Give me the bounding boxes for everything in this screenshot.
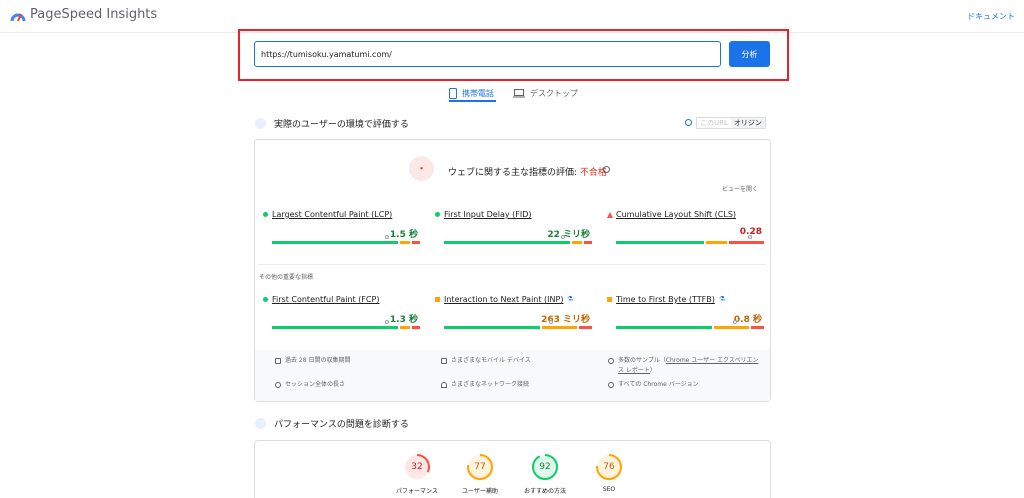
metric-status-icon xyxy=(263,297,268,302)
metric-status-icon xyxy=(263,212,268,217)
metric-value: 1.5 秒 xyxy=(389,230,418,240)
p75-marker xyxy=(561,235,565,239)
field-section-title: 実際のユーザーの環境で評価する xyxy=(274,120,409,130)
bar-segment xyxy=(713,326,749,329)
metric-name-link[interactable]: Cumulative Layout Shift (CLS) xyxy=(616,210,736,219)
gauge-score: 32 xyxy=(411,462,423,472)
bar-segment xyxy=(399,326,410,329)
assessment-prefix: ウェブに関する主な指標の評価: xyxy=(448,168,580,178)
metric-name-link[interactable]: Time to First Byte (TTFB) xyxy=(616,295,715,304)
field-data-icon xyxy=(255,118,266,129)
p75-marker xyxy=(384,320,389,324)
metric-status-icon xyxy=(435,297,440,302)
gauge-label: パフォーマンス xyxy=(396,488,438,495)
metric-name-link[interactable]: Largest Contentful Paint (LCP) xyxy=(272,210,392,219)
assessment-text: ウェブに関する主な指標の評価: 不合格 xyxy=(448,165,607,178)
bar-segment xyxy=(579,326,592,329)
assessment-badge-icon: ● xyxy=(409,156,434,181)
docs-link[interactable]: ドキュメント xyxy=(967,11,1015,22)
tab-desktop[interactable]: デスクトップ xyxy=(513,84,578,102)
app-title[interactable]: PageSpeed Insights xyxy=(30,7,157,22)
metric-value: 263 ミリ秒 xyxy=(541,315,590,325)
footer-network: さまざまなネットワーク接続 xyxy=(451,381,530,388)
tab-desktop-label: デスクトップ xyxy=(530,88,578,98)
bar-segment xyxy=(571,241,582,244)
tab-mobile-label: 携帯電話 xyxy=(462,88,494,98)
toggle-origin[interactable]: オリジン xyxy=(730,118,765,128)
url-origin-toggle[interactable]: このURL オリジン xyxy=(696,117,766,129)
bar-segment xyxy=(272,241,398,244)
gauge-score: 76 xyxy=(603,462,615,472)
expand-view-link[interactable]: ビューを開く xyxy=(722,184,758,193)
bar-segment xyxy=(399,241,410,244)
url-input[interactable] xyxy=(254,41,721,67)
footer-samples: 多数のサンプル（Chrome ユーザー エクスペリエンス レポート） xyxy=(618,356,763,376)
chrome-icon xyxy=(608,382,614,388)
distribution-bar xyxy=(444,241,594,244)
bar-segment xyxy=(444,241,570,244)
calendar-icon xyxy=(275,358,281,364)
metric-name-link[interactable]: First Contentful Paint (FCP) xyxy=(272,295,379,304)
metric-name-link[interactable]: First Input Delay (FID) xyxy=(444,210,531,219)
metric-value: 0.8 秒 xyxy=(733,315,762,325)
wifi-icon xyxy=(441,382,447,388)
pagespeed-logo-icon xyxy=(10,13,26,22)
gauge-score: 92 xyxy=(539,462,551,472)
info-icon[interactable] xyxy=(685,119,692,126)
bar-segment xyxy=(411,326,420,329)
bar-segment xyxy=(706,241,727,244)
help-icon[interactable] xyxy=(603,166,610,173)
bar-segment xyxy=(728,241,764,244)
bar-segment xyxy=(444,326,540,329)
distribution-bar xyxy=(616,326,766,329)
active-tab-indicator xyxy=(449,100,496,102)
footer-collection-period: 過去 28 日間の収集期間 xyxy=(285,357,351,364)
distribution-bar xyxy=(444,326,594,329)
gauge-label: SEO xyxy=(602,486,616,493)
lab-section-title: パフォーマンスの問題を診断する xyxy=(274,420,409,430)
p75-marker xyxy=(748,235,752,239)
footer-session: セッション全体の長さ xyxy=(285,381,346,388)
p75-marker xyxy=(549,320,553,324)
devices-icon xyxy=(441,358,447,364)
footer-devices: さまざまなモバイル デバイス xyxy=(451,357,531,364)
experimental-icon: ⚗ xyxy=(719,295,726,303)
phone-icon xyxy=(449,87,457,99)
bar-segment xyxy=(541,326,577,329)
diagnose-icon xyxy=(255,418,266,429)
bar-segment xyxy=(751,326,764,329)
bar-segment xyxy=(616,326,712,329)
metric-status-icon xyxy=(607,212,613,218)
p75-marker xyxy=(733,320,737,324)
footer-chrome-versions: すべての Chrome バージョン xyxy=(618,381,699,388)
p75-marker xyxy=(384,235,389,239)
footer-samples-prefix: 多数のサンプル（ xyxy=(618,357,666,364)
bar-segment xyxy=(616,241,704,244)
experimental-icon: ⚗ xyxy=(567,295,574,303)
footer-samples-suffix: ） xyxy=(649,367,656,374)
divider xyxy=(258,264,766,265)
distribution-bar xyxy=(272,241,422,244)
toggle-this-url[interactable]: このURL xyxy=(697,118,731,128)
other-metrics-label: その他の重要な指標 xyxy=(259,274,314,281)
laptop-icon xyxy=(513,88,525,97)
metric-status-icon xyxy=(607,297,612,302)
gauge-score: 77 xyxy=(474,462,486,472)
people-icon xyxy=(608,358,614,364)
bar-segment xyxy=(583,241,592,244)
gauge-label: ユーザー補助 xyxy=(462,488,498,495)
distribution-bar xyxy=(272,326,422,329)
distribution-bar xyxy=(616,241,766,244)
metric-status-icon xyxy=(435,212,440,217)
metric-name-link[interactable]: Interaction to Next Paint (INP) xyxy=(444,295,563,304)
bar-segment xyxy=(411,241,420,244)
gauge-label: おすすめの方法 xyxy=(523,488,566,495)
metric-value: 22 ミリ秒 xyxy=(547,230,590,240)
bar-segment xyxy=(272,326,398,329)
analyze-button[interactable]: 分析 xyxy=(729,41,770,67)
timer-icon xyxy=(275,382,281,388)
metric-value: 1.3 秒 xyxy=(389,315,418,325)
